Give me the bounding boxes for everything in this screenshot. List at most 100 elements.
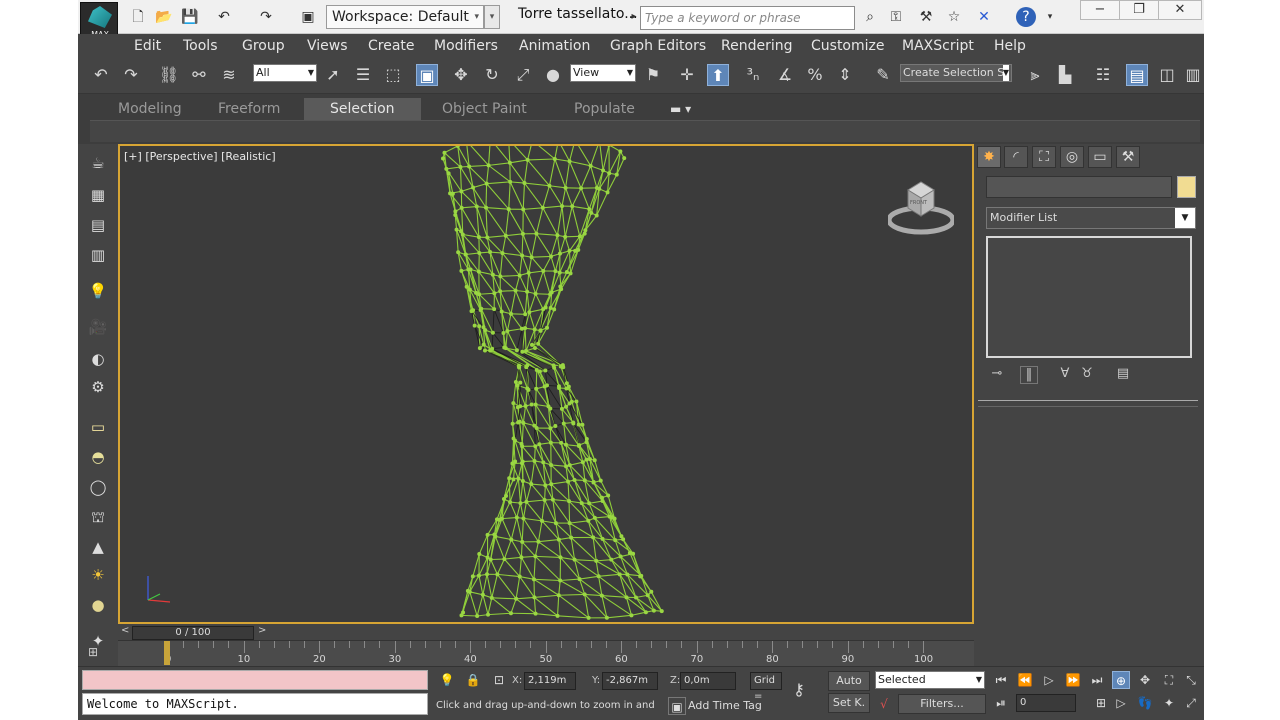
align-icon[interactable]: ▙ <box>1054 64 1076 86</box>
edit-named-selection-icon[interactable]: ✎ <box>872 64 894 86</box>
named-selection-dropdown[interactable]: Create Selection S ▼ <box>900 64 1012 82</box>
absolute-mode-icon[interactable]: ⊡ <box>490 671 508 689</box>
key-filters-button[interactable]: Filters... <box>898 694 986 714</box>
new-file-icon[interactable]: 🗋 <box>128 7 148 27</box>
close-button[interactable]: ✕ <box>1158 0 1202 20</box>
add-time-tag[interactable]: Add Time Tag <box>688 697 762 715</box>
camera-icon[interactable]: 🎥 <box>87 316 109 338</box>
time-configuration-icon[interactable]: ⊞ <box>1092 694 1110 712</box>
orbit-subobject-icon[interactable]: ✦ <box>1160 694 1178 712</box>
reference-coordinate-dropdown[interactable]: View ▼ <box>570 64 636 82</box>
menu-customize[interactable]: Customize <box>811 38 885 54</box>
menu-create[interactable]: Create <box>368 38 415 54</box>
bind-space-warp-icon[interactable]: ≋ <box>218 64 240 86</box>
sphere-icon[interactable]: ◯ <box>87 476 109 498</box>
redo-icon[interactable]: ↷ <box>120 64 142 86</box>
configure-sets-icon[interactable]: ▤ <box>1114 366 1132 384</box>
geosphere-icon[interactable]: ● <box>87 594 109 616</box>
key-filter-dropdown[interactable]: Selected ▼ <box>875 671 985 689</box>
z-coord-field[interactable]: 0,0m <box>680 672 736 690</box>
viewcube[interactable]: FRONT <box>886 176 956 236</box>
zoom-extents-icon[interactable]: ⛶ <box>1160 671 1178 689</box>
angle-snap-icon[interactable]: ∡ <box>774 64 796 86</box>
min-max-toggle-icon[interactable]: ⤢ <box>1182 694 1200 712</box>
motion-tab-icon[interactable]: ◎ <box>1060 146 1084 168</box>
scale-icon[interactable]: ⤢ <box>512 64 534 86</box>
move-icon[interactable]: ✥ <box>450 64 472 86</box>
create-tab-icon[interactable]: ✸ <box>977 146 1001 168</box>
menu-maxscript[interactable]: MAXScript <box>902 38 974 54</box>
set-key-button[interactable]: Set K. <box>828 693 870 713</box>
menu-edit[interactable]: Edit <box>134 38 161 54</box>
cone-icon[interactable]: ▲ <box>87 536 109 558</box>
y-coord-field[interactable]: -2,867m <box>602 672 658 690</box>
menu-tools[interactable]: Tools <box>183 38 218 54</box>
play-icon[interactable]: ▷ <box>1040 671 1058 689</box>
modifier-stack[interactable] <box>986 236 1192 358</box>
isolate-selection-icon[interactable]: 💡 <box>438 671 456 689</box>
select-by-name-icon[interactable]: ☰ <box>352 64 374 86</box>
show-end-result-icon[interactable]: ‖ <box>1020 366 1038 384</box>
tab-modeling[interactable]: Modeling <box>118 98 182 120</box>
tab-populate[interactable]: Populate <box>574 98 635 120</box>
select-manipulate-icon[interactable]: ✛ <box>676 64 698 86</box>
tab-object-paint[interactable]: Object Paint <box>442 98 527 120</box>
maximize-viewport-icon[interactable]: ⤡ <box>1182 671 1200 689</box>
object-name-field[interactable] <box>986 176 1172 198</box>
maxscript-output[interactable]: Welcome to MAXScript. <box>82 693 428 715</box>
unlink-icon[interactable]: ⚯ <box>188 64 210 86</box>
selection-filter-dropdown[interactable]: All ▼ <box>253 64 317 82</box>
render-frame-icon[interactable]: ▦ <box>87 184 109 206</box>
open-file-icon[interactable]: 📂 <box>154 7 174 27</box>
key-icon[interactable]: ⚿ <box>886 7 906 27</box>
teapot-icon[interactable]: ☕ <box>87 152 109 174</box>
plane-icon[interactable]: ▭ <box>87 416 109 438</box>
undo-icon[interactable]: ↶ <box>214 7 234 27</box>
previous-frame-icon[interactable]: ⏪ <box>1016 671 1034 689</box>
x-coord-field[interactable]: 2,119m <box>524 672 576 690</box>
curve-editor-icon[interactable]: ◫ <box>1156 64 1178 86</box>
material-editor-icon[interactable]: ▤ <box>87 214 109 236</box>
set-key-icon[interactable]: ⚷ <box>790 681 808 699</box>
menu-help[interactable]: Help <box>994 38 1026 54</box>
light-bulb-icon[interactable]: 💡 <box>87 280 109 302</box>
rotate-icon[interactable]: ↻ <box>481 64 503 86</box>
keyboard-shortcut-override-icon[interactable]: ⬆ <box>707 64 729 86</box>
maxscript-listener-input[interactable] <box>82 670 428 690</box>
key-mode-toggle-icon[interactable]: ⏯ <box>992 694 1010 712</box>
menu-group[interactable]: Group <box>242 38 285 54</box>
go-to-end-icon[interactable]: ⏭ <box>1088 671 1106 689</box>
workspace-dropdown[interactable]: Workspace: Default ▾ <box>326 5 484 29</box>
menu-views[interactable]: Views <box>307 38 348 54</box>
snaps-toggle-icon[interactable]: ³ₙ <box>742 64 764 86</box>
field-of-view-icon[interactable]: ▷ <box>1112 694 1130 712</box>
auto-key-button[interactable]: Auto <box>828 671 870 691</box>
perspective-viewport[interactable]: [+] [Perspective] [Realistic] FRONT <box>118 144 974 624</box>
walk-through-icon[interactable]: 👣 <box>1136 694 1154 712</box>
rectangle-selection-icon[interactable]: ⬚ <box>382 64 404 86</box>
place-icon[interactable]: ● <box>542 64 564 86</box>
track-bar-icon[interactable]: ⊞ <box>88 645 98 659</box>
modifier-list-dropdown[interactable]: Modifier List ▼ <box>986 207 1196 229</box>
utilities-tab-icon[interactable]: ⚒ <box>1116 146 1140 168</box>
time-tag-icon[interactable]: ▣ <box>668 697 686 715</box>
layer-explorer-icon[interactable]: ☷ <box>1092 64 1114 86</box>
next-frame-icon[interactable]: ⏩ <box>1064 671 1082 689</box>
scene-explorer-icon[interactable]: ▤ <box>1126 64 1148 86</box>
modify-tab-icon[interactable]: ◜ <box>1004 146 1028 168</box>
menu-modifiers[interactable]: Modifiers <box>434 38 498 54</box>
tab-selection[interactable]: Selection <box>304 98 421 120</box>
project-folder-icon[interactable]: ▣ <box>298 7 318 27</box>
time-slider-marker[interactable] <box>164 641 170 665</box>
binoculars-icon[interactable]: ⌕ <box>860 7 880 27</box>
tessellated-tower-mesh[interactable] <box>120 146 974 624</box>
pivot-point-icon[interactable]: ⚑ <box>642 64 664 86</box>
dome-icon[interactable]: ◓ <box>87 446 109 468</box>
track-bar[interactable]: 0102030405060708090100 ⊞ <box>88 640 974 666</box>
help-dropdown-icon[interactable]: ▾ <box>1040 7 1060 27</box>
time-slider-prev[interactable]: < <box>121 625 129 636</box>
ribbon-options-icon[interactable]: ▬ ▾ <box>670 98 691 120</box>
minimize-button[interactable]: − <box>1080 0 1120 20</box>
save-file-icon[interactable]: 💾 <box>180 7 200 27</box>
pin-stack-icon[interactable]: ⊸ <box>988 366 1006 384</box>
